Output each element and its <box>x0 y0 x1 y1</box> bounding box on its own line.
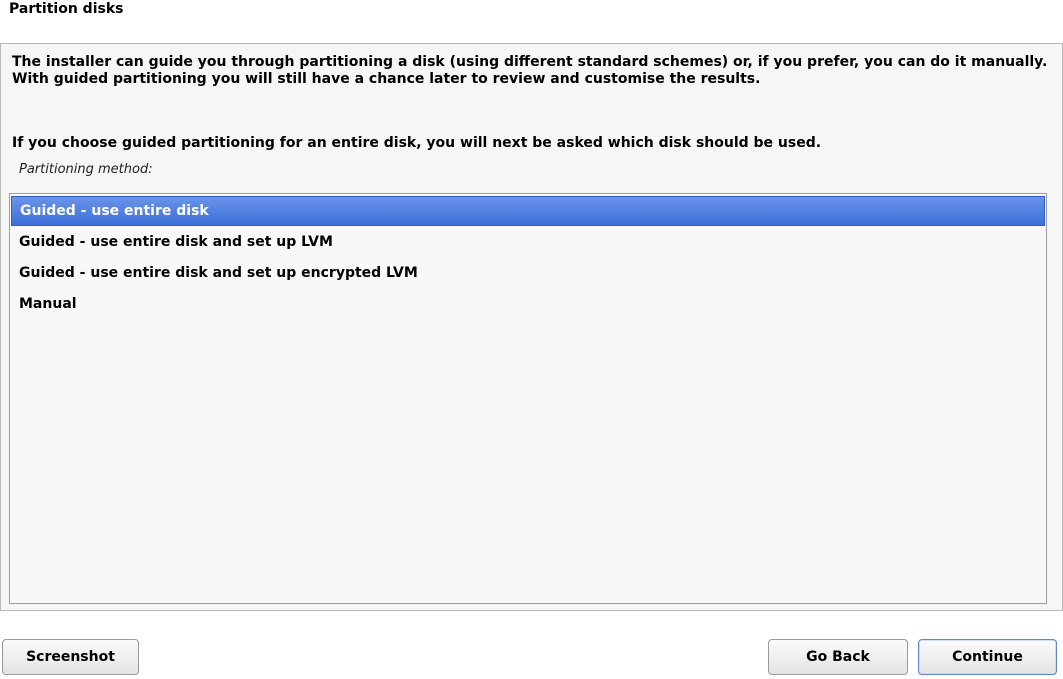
continue-button[interactable]: Continue <box>918 639 1057 675</box>
intro-text: The installer can guide you through part… <box>12 54 1048 87</box>
list-label: Partitioning method: <box>19 162 153 177</box>
content-panel: The installer can guide you through part… <box>0 43 1063 611</box>
list-item-guided-encrypted-lvm[interactable]: Guided - use entire disk and set up encr… <box>11 258 1045 288</box>
list-item-guided-lvm[interactable]: Guided - use entire disk and set up LVM <box>11 227 1045 257</box>
page-title: Partition disks <box>9 1 124 17</box>
question-text: If you choose guided partitioning for an… <box>12 135 822 151</box>
list-item-manual[interactable]: Manual <box>11 289 1045 319</box>
list-item-guided-entire-disk[interactable]: Guided - use entire disk <box>11 196 1045 226</box>
go-back-button[interactable]: Go Back <box>768 639 908 675</box>
partitioning-method-list[interactable]: Guided - use entire disk Guided - use en… <box>9 193 1047 604</box>
screenshot-button[interactable]: Screenshot <box>2 639 139 675</box>
